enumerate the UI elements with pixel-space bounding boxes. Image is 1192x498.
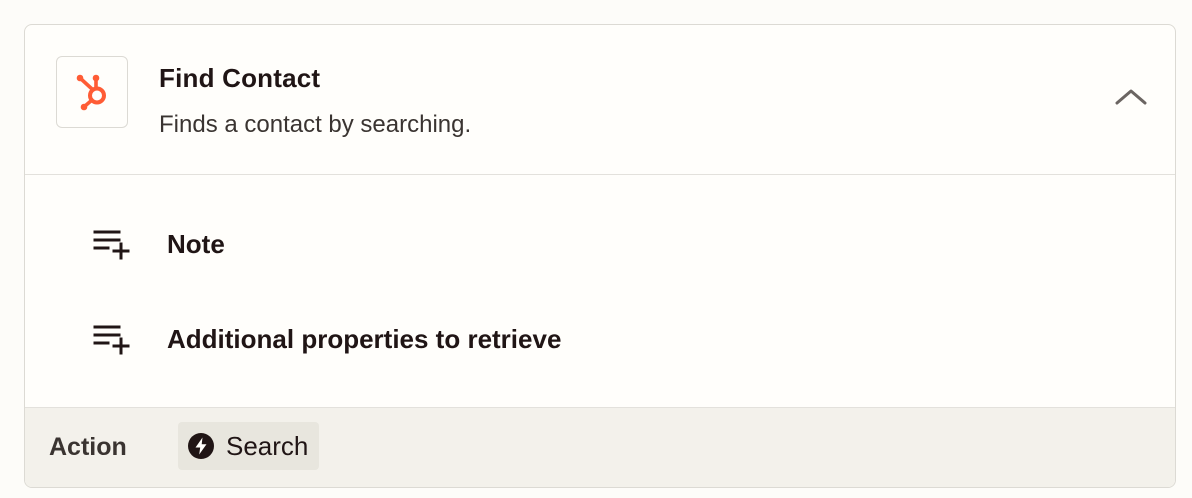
bolt-icon [188, 433, 214, 459]
step-header[interactable]: Find Contact Finds a contact by searchin… [25, 25, 1175, 175]
action-type-badge: Search [178, 422, 320, 470]
collapse-button[interactable] [1109, 75, 1153, 119]
step-type-label: Action [49, 433, 127, 461]
step-title: Find Contact [159, 63, 321, 93]
step-footer: Action Search [25, 407, 1175, 487]
playlist-add-icon [91, 319, 131, 359]
hubspot-icon [56, 56, 128, 128]
playlist-add-icon [91, 224, 131, 264]
badge-label: Search [226, 430, 309, 461]
step-description: Finds a contact by searching. [159, 111, 472, 138]
chevron-up-icon [1115, 89, 1147, 105]
field-additional-properties[interactable]: Additional properties to retrieve [91, 317, 561, 361]
field-label: Note [167, 228, 225, 259]
field-note[interactable]: Note [91, 222, 225, 266]
field-label: Additional properties to retrieve [167, 323, 562, 354]
step-card: Find Contact Finds a contact by searchin… [24, 24, 1176, 488]
